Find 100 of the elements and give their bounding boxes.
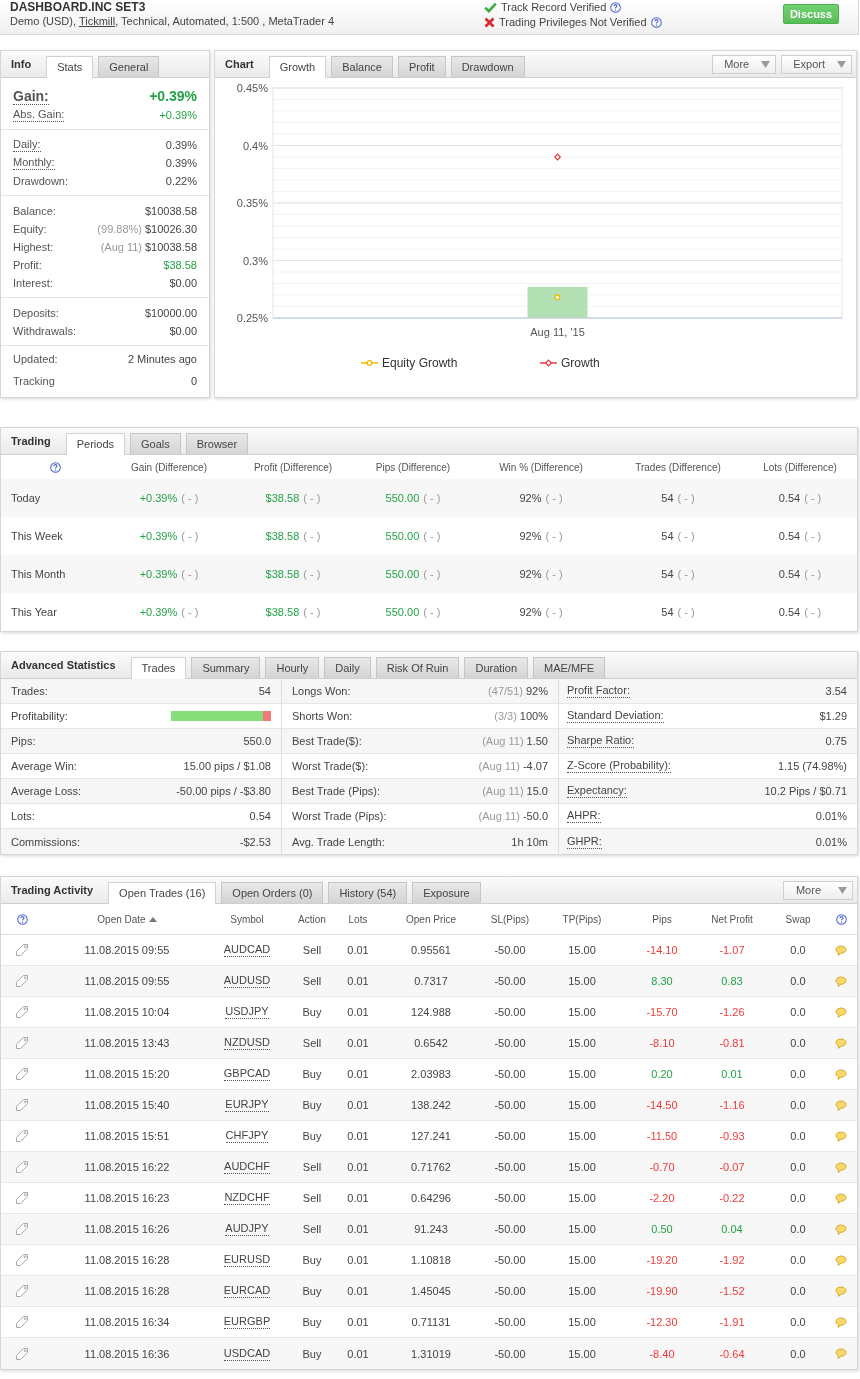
period-value: 550.00 bbox=[385, 568, 420, 580]
take-profit-cell: 15.00 bbox=[568, 1130, 596, 1142]
price-cell: 0.7317 bbox=[414, 975, 448, 987]
difference-value: ( - ) bbox=[677, 492, 695, 504]
stop-loss-cell: -50.00 bbox=[494, 1130, 526, 1142]
pips-cell: -14.10 bbox=[646, 944, 678, 956]
stat-label: Interest: bbox=[13, 276, 53, 291]
net-profit-cell: 0.04 bbox=[721, 1223, 743, 1235]
take-profit-cell: 15.00 bbox=[568, 1068, 596, 1080]
period-value: 92% bbox=[519, 568, 542, 580]
y-axis-label: 0.3% bbox=[242, 254, 268, 267]
difference-value: ( - ) bbox=[303, 606, 321, 618]
date-cell: 11.08.2015 15:40 bbox=[84, 1099, 170, 1111]
action-cell: Buy bbox=[302, 1130, 322, 1142]
stat-label: Z-Score (Probability): bbox=[567, 759, 671, 773]
stat-label: Longs Won: bbox=[292, 685, 351, 697]
take-profit-cell: 15.00 bbox=[568, 1006, 596, 1018]
period-value: 92% bbox=[519, 606, 542, 618]
period-label: This Week bbox=[11, 530, 63, 542]
action-cell: Sell bbox=[302, 1037, 322, 1049]
net-profit-cell: -0.22 bbox=[719, 1192, 745, 1204]
value-note: (Aug 11) bbox=[100, 241, 142, 253]
take-profit-cell: 15.00 bbox=[568, 1161, 596, 1173]
stat-label: Highest: bbox=[13, 240, 54, 255]
swap-cell: 0.0 bbox=[790, 1223, 806, 1235]
value-note: (Aug 11) bbox=[482, 735, 524, 747]
stop-loss-cell: -50.00 bbox=[494, 1347, 526, 1360]
lots-cell: 0.01 bbox=[347, 1285, 369, 1297]
difference-value: ( - ) bbox=[303, 492, 321, 504]
lots-cell: 0.01 bbox=[347, 1099, 369, 1111]
net-profit-cell: -1.26 bbox=[719, 1006, 745, 1018]
take-profit-cell: 15.00 bbox=[568, 1316, 596, 1328]
difference-value: ( - ) bbox=[181, 530, 199, 542]
period-value: +0.39% bbox=[139, 492, 178, 504]
lots-cell: 0.01 bbox=[347, 1223, 369, 1235]
price-cell: 0.71762 bbox=[411, 1161, 451, 1173]
action-cell: Sell bbox=[302, 975, 322, 987]
pips-cell: -8.40 bbox=[649, 1347, 675, 1360]
net-profit-cell: -1.91 bbox=[719, 1316, 745, 1328]
value-note: (99.88%) bbox=[97, 223, 142, 235]
price-cell: 0.64296 bbox=[411, 1192, 451, 1204]
stat-label: Balance: bbox=[13, 204, 56, 219]
price-cell: 124.988 bbox=[411, 1006, 451, 1018]
date-cell: 11.08.2015 09:55 bbox=[84, 975, 170, 987]
lots-cell: 0.01 bbox=[347, 1347, 369, 1360]
difference-value: ( - ) bbox=[303, 530, 321, 542]
swap-cell: 0.0 bbox=[790, 1161, 806, 1173]
period-label: This Month bbox=[11, 568, 66, 580]
net-profit-cell: -0.81 bbox=[719, 1037, 745, 1049]
pips-cell: -19.20 bbox=[646, 1254, 678, 1266]
swap-cell: 0.0 bbox=[790, 1037, 806, 1049]
period-value: 54 bbox=[661, 606, 674, 618]
price-cell: 0.95561 bbox=[411, 944, 451, 956]
period-value: 0.54 bbox=[778, 530, 801, 542]
action-cell: Buy bbox=[302, 1254, 322, 1266]
pips-cell: -8.10 bbox=[649, 1037, 675, 1049]
stat-value: 10.2 Pips / $0.71 bbox=[764, 785, 847, 797]
date-cell: 11.08.2015 16:28 bbox=[84, 1254, 170, 1266]
net-profit-cell: 0.83 bbox=[721, 975, 743, 987]
panel-title: Chart bbox=[225, 58, 254, 70]
stat-value: 1.50 bbox=[526, 735, 548, 747]
pips-cell: -14.50 bbox=[646, 1099, 678, 1111]
period-value: 92% bbox=[519, 492, 542, 504]
stat-value: 0.22% bbox=[165, 175, 197, 187]
net-profit-cell: -0.07 bbox=[719, 1161, 745, 1173]
value-note: (Aug 11) bbox=[478, 810, 520, 822]
stat-value: $10038.58 bbox=[145, 241, 197, 253]
stop-loss-cell: -50.00 bbox=[494, 1223, 526, 1235]
difference-value: ( - ) bbox=[303, 568, 321, 580]
swap-cell: 0.0 bbox=[790, 1068, 806, 1080]
stat-value: 0 bbox=[190, 375, 197, 387]
net-profit-cell: -0.64 bbox=[719, 1347, 745, 1360]
take-profit-cell: 15.00 bbox=[568, 1285, 596, 1297]
stat-label: Best Trade (Pips): bbox=[292, 785, 381, 797]
value-note: (47/51) bbox=[488, 685, 523, 697]
panel-title: Advanced Statistics bbox=[11, 659, 116, 671]
lots-cell: 0.01 bbox=[347, 1037, 369, 1049]
action-cell: Buy bbox=[302, 1285, 322, 1297]
value-note: (3/3) bbox=[494, 710, 517, 722]
stat-value: -$2.53 bbox=[239, 835, 271, 848]
difference-value: ( - ) bbox=[804, 530, 822, 542]
stat-value: 2 Minutes ago bbox=[127, 353, 197, 365]
period-value: 54 bbox=[661, 492, 674, 504]
stat-value: $0.00 bbox=[169, 325, 197, 337]
stat-label: Profitability: bbox=[11, 710, 68, 722]
stat-value: 0.39% bbox=[165, 157, 197, 169]
stat-value: +0.39% bbox=[159, 109, 197, 121]
price-cell: 138.242 bbox=[411, 1099, 451, 1111]
lots-cell: 0.01 bbox=[347, 1068, 369, 1080]
stat-label: Equity: bbox=[13, 222, 47, 237]
swap-cell: 0.0 bbox=[790, 1347, 806, 1360]
swap-cell: 0.0 bbox=[790, 1006, 806, 1018]
pips-cell: 8.30 bbox=[651, 975, 673, 987]
y-axis-label: 0.35% bbox=[236, 197, 268, 209]
period-label: Today bbox=[11, 492, 41, 504]
price-cell: 1.10818 bbox=[411, 1254, 451, 1266]
stat-label: Best Trade($): bbox=[292, 735, 362, 747]
stat-value: 0.39% bbox=[165, 139, 197, 151]
date-cell: 11.08.2015 16:22 bbox=[84, 1161, 170, 1173]
period-value: 550.00 bbox=[385, 492, 420, 504]
